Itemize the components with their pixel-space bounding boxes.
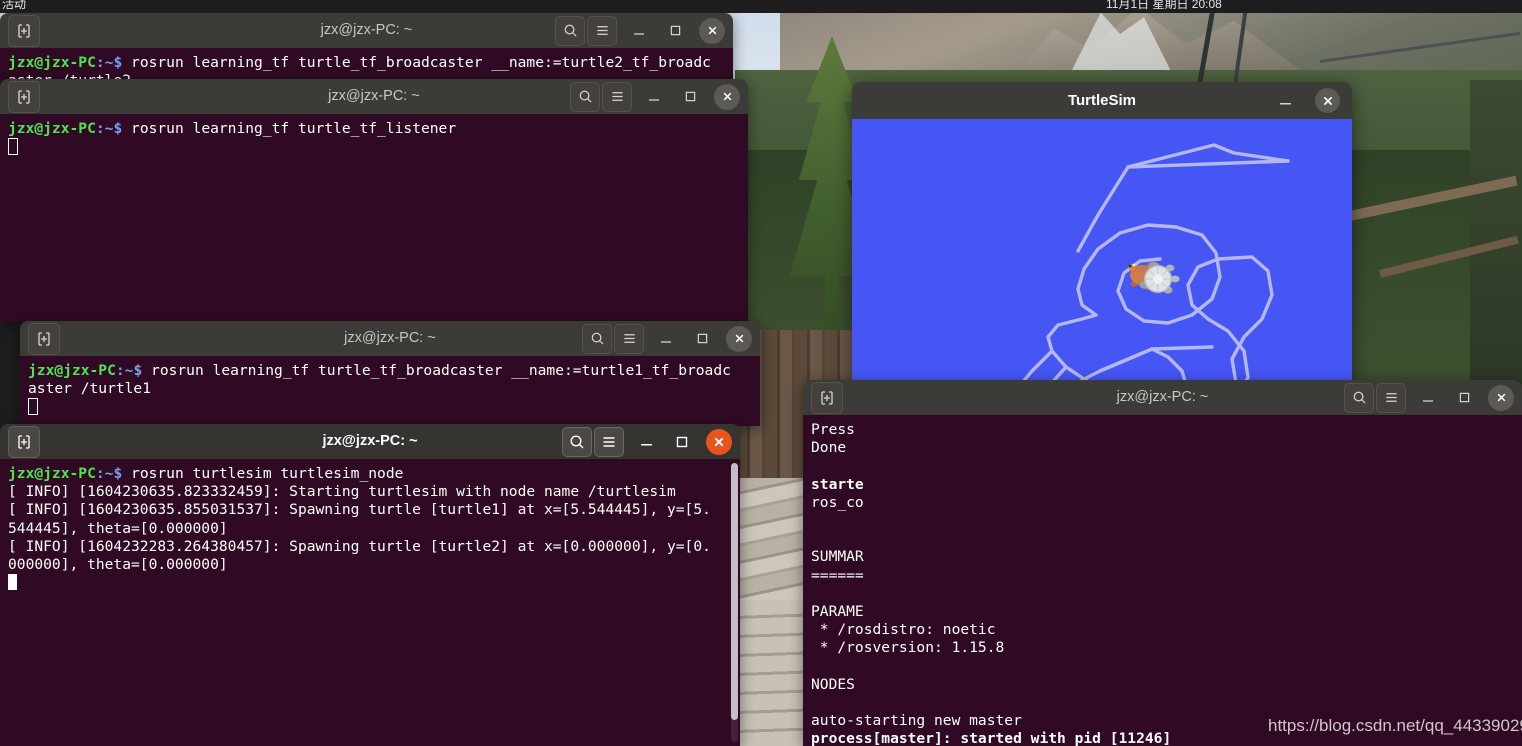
- window-controls[interactable]: [582, 321, 754, 356]
- minimize-icon[interactable]: [625, 17, 653, 45]
- turtlesim-titlebar[interactable]: TurtleSim: [852, 82, 1352, 119]
- log-line: PARAME: [811, 603, 864, 621]
- log-line: SUMMAR: [811, 548, 864, 566]
- terminal-text: jzx@jzx-PC:~$ rosrun learning_tf turtle_…: [20, 356, 760, 418]
- search-icon[interactable]: [555, 15, 585, 46]
- titlebar[interactable]: jzx@jzx-PC: ~: [803, 380, 1522, 415]
- log-line: process[master]: started with pid [11246…: [811, 730, 1172, 746]
- log-line: starte: [811, 475, 864, 493]
- titlebar[interactable]: jzx@jzx-PC: ~: [0, 424, 740, 459]
- close-icon[interactable]: [1488, 384, 1514, 411]
- log-line: [ INFO] [1604230635.823332459]: Starting…: [8, 483, 676, 501]
- hamburger-menu-icon[interactable]: [587, 15, 617, 46]
- log-line: 544445], theta=[0.000000]: [8, 519, 228, 537]
- log-line: 000000], theta=[0.000000]: [8, 556, 228, 574]
- hamburger-menu-icon[interactable]: [1376, 382, 1406, 413]
- shell-command: rosrun learning_tf turtle_tf_broadcaster…: [131, 54, 711, 71]
- panel-clock[interactable]: 11月1日 星期日 20:08: [1106, 0, 1222, 12]
- close-icon[interactable]: [706, 428, 732, 455]
- new-tab-icon[interactable]: [8, 80, 40, 113]
- titlebar[interactable]: jzx@jzx-PC: ~: [20, 321, 760, 356]
- window-controls[interactable]: [555, 13, 727, 48]
- terminal-window-roscore[interactable]: jzx@jzx-PC: ~ Press Done starte ros_co S…: [803, 380, 1522, 746]
- log-line: ros_co: [811, 493, 864, 511]
- maximize-icon[interactable]: [661, 17, 689, 45]
- close-icon[interactable]: [699, 17, 725, 44]
- minimize-icon[interactable]: [1414, 384, 1442, 412]
- terminal-window-listener[interactable]: jzx@jzx-PC: ~ jzx@jzx-PC:~$ rosrun learn…: [0, 79, 748, 322]
- close-icon[interactable]: [1315, 88, 1340, 113]
- shell-command: rosrun learning_tf turtle_tf_listener: [131, 120, 457, 137]
- terminal-text: jzx@jzx-PC:~$ rosrun turtlesim turtlesim…: [0, 459, 740, 592]
- activities-button[interactable]: 活动: [2, 0, 26, 12]
- shell-command: rosrun turtlesim turtlesim_node: [131, 465, 404, 482]
- log-line: ======: [811, 566, 864, 584]
- shell-command-wrap: aster /turtle1: [28, 380, 152, 398]
- window-controls[interactable]: [562, 424, 734, 459]
- log-line: * /rosversion: 1.15.8: [811, 639, 1005, 657]
- close-icon[interactable]: [714, 83, 740, 110]
- gnome-top-panel: 活动 11月1日 星期日 20:08: [0, 0, 1522, 13]
- new-tab-icon[interactable]: [8, 14, 40, 47]
- terminal-output-area[interactable]: jzx@jzx-PC:~$ rosrun turtlesim turtlesim…: [0, 459, 740, 746]
- shell-prompt-path: :~$: [95, 465, 123, 482]
- log-line: Done: [811, 439, 855, 457]
- new-tab-icon[interactable]: [811, 381, 843, 414]
- minimize-icon[interactable]: [652, 325, 680, 353]
- log-line: auto-starting new master: [811, 712, 1022, 730]
- maximize-icon[interactable]: [668, 428, 696, 456]
- shell-prompt-user: jzx@jzx-PC: [8, 120, 96, 137]
- scrollbar-thumb[interactable]: [731, 463, 738, 720]
- window-controls[interactable]: [570, 79, 742, 114]
- terminal-output-area[interactable]: jzx@jzx-PC:~$ rosrun learning_tf turtle_…: [20, 356, 760, 426]
- search-icon[interactable]: [570, 81, 600, 112]
- terminal-cursor: [8, 574, 17, 591]
- terminal-text: jzx@jzx-PC:~$ rosrun learning_tf turtle_…: [0, 114, 748, 157]
- window-controls[interactable]: [1344, 380, 1516, 415]
- watermark-url: https://blog.csdn.net/qq_44339029: [1268, 716, 1522, 735]
- terminal-text: Press Done starte ros_co SUMMAR ====== P…: [803, 415, 1522, 746]
- terminal-cursor: [8, 138, 18, 156]
- maximize-icon[interactable]: [688, 325, 716, 353]
- shell-prompt-user: jzx@jzx-PC: [28, 362, 116, 379]
- terminal-scrollbar[interactable]: [731, 463, 738, 742]
- terminal-window-broadcaster1[interactable]: jzx@jzx-PC: ~ jzx@jzx-PC:~$ rosrun learn…: [20, 321, 760, 426]
- shell-prompt-user: jzx@jzx-PC: [8, 54, 96, 71]
- terminal-window-turtlesim-node[interactable]: jzx@jzx-PC: ~ jzx@jzx-PC:~$ rosrun turtl…: [0, 424, 740, 746]
- hamburger-menu-icon[interactable]: [594, 426, 624, 457]
- terminal-output-area[interactable]: Press Done starte ros_co SUMMAR ====== P…: [803, 415, 1522, 746]
- new-tab-icon[interactable]: [28, 322, 60, 355]
- maximize-icon[interactable]: [676, 83, 704, 111]
- minimize-icon[interactable]: [632, 428, 660, 456]
- terminal-output-area[interactable]: jzx@jzx-PC:~$ rosrun learning_tf turtle_…: [0, 114, 748, 322]
- search-icon[interactable]: [582, 323, 612, 354]
- shell-prompt-path: :~$: [95, 120, 123, 137]
- hamburger-menu-icon[interactable]: [602, 81, 632, 112]
- maximize-icon[interactable]: [1450, 384, 1478, 412]
- close-icon[interactable]: [726, 325, 752, 352]
- log-line: * /rosdistro: noetic: [811, 621, 996, 639]
- shell-prompt-path: :~$: [115, 362, 143, 379]
- log-line: [ INFO] [1604232283.264380457]: Spawning…: [8, 537, 711, 555]
- search-icon[interactable]: [562, 426, 592, 457]
- titlebar[interactable]: jzx@jzx-PC: ~: [0, 79, 748, 114]
- log-line: [ INFO] [1604230635.855031537]: Spawning…: [8, 501, 711, 519]
- shell-command: rosrun learning_tf turtle_tf_broadcaster…: [151, 362, 731, 379]
- shell-prompt-user: jzx@jzx-PC: [8, 465, 96, 482]
- titlebar[interactable]: jzx@jzx-PC: ~: [0, 13, 733, 48]
- hamburger-menu-icon[interactable]: [614, 323, 644, 354]
- terminal-cursor: [28, 398, 38, 416]
- log-line: Press: [811, 421, 864, 438]
- new-tab-icon[interactable]: [8, 425, 40, 458]
- search-icon[interactable]: [1344, 382, 1374, 413]
- log-line: NODES: [811, 675, 855, 693]
- minimize-icon[interactable]: [1272, 87, 1298, 113]
- minimize-icon[interactable]: [640, 83, 668, 111]
- shell-prompt-path: :~$: [95, 54, 123, 71]
